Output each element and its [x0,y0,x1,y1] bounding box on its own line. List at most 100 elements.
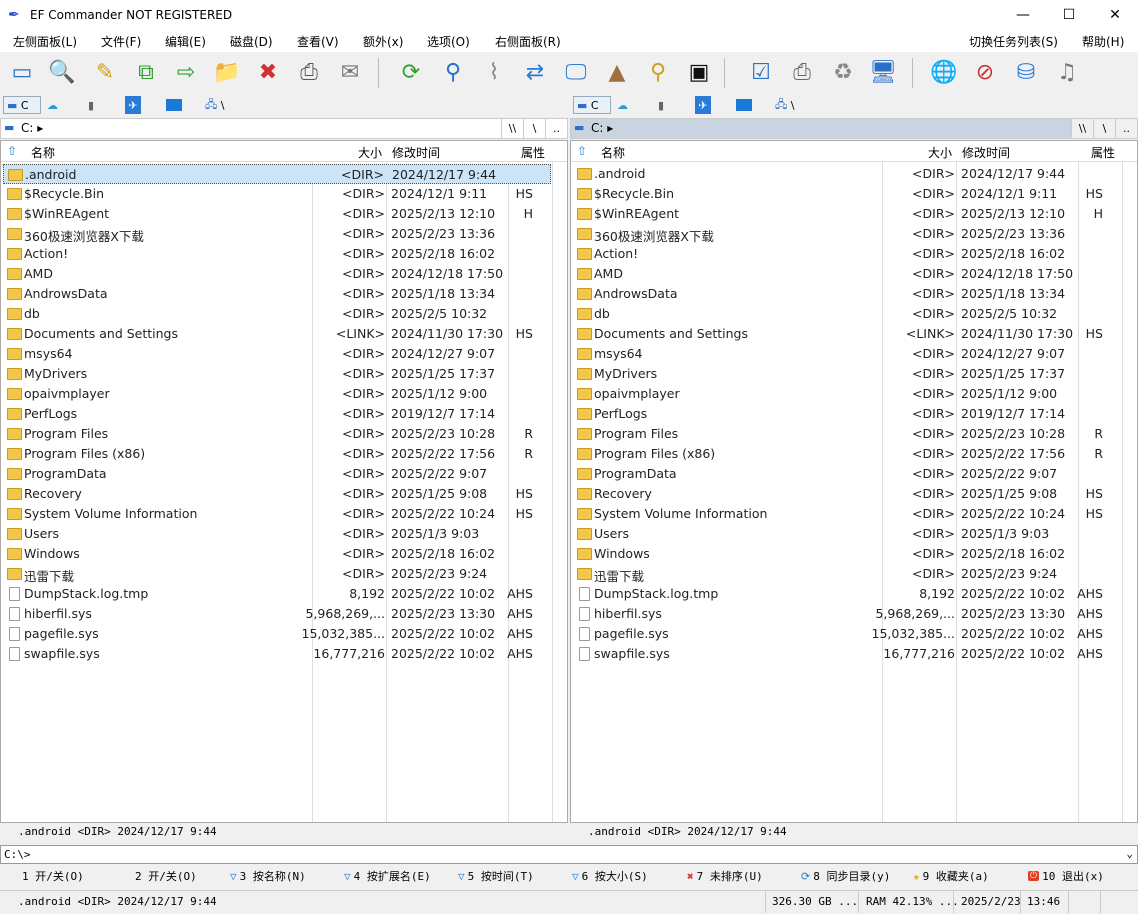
cloud-drive-icon[interactable]: ☁ [47,96,58,114]
chevron-down-icon[interactable]: ⌄ [1126,847,1133,860]
file-row[interactable]: Users <DIR> 2025/1/3 9:03 [573,524,1121,544]
close-button[interactable]: ✕ [1092,0,1138,30]
move-icon[interactable]: ⇨ [170,56,202,88]
terminal-icon[interactable]: ▣ [683,56,715,88]
root-unc-button[interactable]: \\ [1071,119,1093,138]
view-icon[interactable]: ▭ [6,56,38,88]
root-button[interactable]: \ [523,119,545,138]
file-row[interactable]: Recovery <DIR> 2025/1/25 9:08 HS [3,484,551,504]
column-attr[interactable]: 属性 [1091,144,1115,161]
file-row[interactable]: MyDrivers <DIR> 2025/1/25 17:37 [3,364,551,384]
file-row[interactable]: db <DIR> 2025/2/5 10:32 [3,304,551,324]
file-row[interactable]: msys64 <DIR> 2024/12/27 9:07 [3,344,551,364]
file-row[interactable]: swapfile.sys 16,777,216 2025/2/22 10:02 AHS [3,644,551,664]
checklist-icon[interactable]: ☑ [745,56,777,88]
zoom-icon[interactable]: ⚲ [642,56,674,88]
file-row[interactable]: Program Files <DIR> 2025/2/23 10:28 R [573,424,1121,444]
file-row[interactable]: Documents and Settings <LINK> 2024/11/30 1… [3,324,551,344]
column-name[interactable]: 名称 [31,144,55,161]
menu-task-list[interactable]: 切换任务列表(S) [969,33,1058,50]
f9-favorites-button[interactable]: ★ 9 收藏夹(a) [913,868,989,884]
menu-file[interactable]: 文件(F) [101,33,141,50]
up-button[interactable]: .. [545,119,567,138]
file-row[interactable]: Program Files <DIR> 2025/2/23 10:28 R [3,424,551,444]
f7-unsorted-button[interactable]: ✖ 7 未排序(U) [687,868,763,884]
drive-c-button[interactable]: ▬ C [573,96,611,114]
music-icon[interactable]: ♫ [1051,56,1083,88]
delete-icon[interactable]: ✖ [252,56,284,88]
find-icon[interactable]: ⚲ [437,56,469,88]
file-row[interactable]: DumpStack.log.tmp 8,192 2025/2/22 10:02 AHS [573,584,1121,604]
menu-help[interactable]: 帮助(H) [1082,33,1124,50]
menu-right-panel[interactable]: 右侧面板(R) [495,33,561,50]
file-row[interactable]: AndrowsData <DIR> 2025/1/18 13:34 [573,284,1121,304]
f3-sort-name-button[interactable]: ▽ 3 按名称(N) [230,868,306,884]
file-row[interactable]: .android <DIR> 2024/12/17 9:44 [573,164,1121,184]
desktop-icon[interactable] [736,99,752,111]
column-size[interactable]: 大小 [358,144,382,161]
file-row[interactable]: 360极速浏览器X下载 <DIR> 2025/2/23 13:36 [3,224,551,244]
root-button[interactable]: \ [1093,119,1115,138]
file-row[interactable]: hiberfil.sys 5,968,269,... 2025/2/23 13:30… [573,604,1121,624]
edit-icon[interactable]: ✎ [89,56,121,88]
file-row[interactable]: pagefile.sys 15,032,385... 2025/2/22 10:02… [573,624,1121,644]
file-row[interactable]: Action! <DIR> 2025/2/18 16:02 [3,244,551,264]
printer-icon[interactable]: ⎙ [786,56,818,88]
f2-toggle-button[interactable]: 2 开/关(O) [135,868,197,884]
network-icon[interactable]: 🌐 [928,56,960,88]
copy-icon[interactable]: ⧉ [130,56,162,88]
file-row[interactable]: msys64 <DIR> 2024/12/27 9:07 [573,344,1121,364]
new-folder-icon[interactable]: 📁 [211,56,243,88]
file-row[interactable]: Program Files (x86) <DIR> 2025/2/22 17:56 R [3,444,551,464]
file-row[interactable]: DumpStack.log.tmp 8,192 2025/2/22 10:02 AHS [3,584,551,604]
file-row[interactable]: 迅雷下载 <DIR> 2025/2/23 9:24 [3,564,551,584]
file-row[interactable]: Users <DIR> 2025/1/3 9:03 [3,524,551,544]
cloud-drive-icon[interactable]: ☁ [617,96,628,114]
file-row[interactable]: swapfile.sys 16,777,216 2025/2/22 10:02 AHS [573,644,1121,664]
desktop-icon[interactable] [166,99,182,111]
file-row[interactable]: $WinREAgent <DIR> 2025/2/13 12:10 H [573,204,1121,224]
print-icon[interactable]: ⎙ [293,56,325,88]
app-drive-icon[interactable]: ✈ [695,96,711,114]
file-row[interactable]: System Volume Information <DIR> 2025/2/22 … [3,504,551,524]
usb-drive-icon[interactable]: ▮ [658,96,664,114]
column-attr[interactable]: 属性 [521,144,545,161]
file-row[interactable]: AndrowsData <DIR> 2025/1/18 13:34 [3,284,551,304]
file-row[interactable]: PerfLogs <DIR> 2019/12/7 17:14 [573,404,1121,424]
file-row[interactable]: hiberfil.sys 5,968,269,... 2025/2/23 13:30… [3,604,551,624]
drive-c-button[interactable]: ▬ C [3,96,41,114]
f6-sort-size-button[interactable]: ▽ 6 按大小(S) [572,868,648,884]
file-row[interactable]: Program Files (x86) <DIR> 2025/2/22 17:56 R [573,444,1121,464]
right-file-panel[interactable]: ⇧ 名称 大小 修改时间 属性 .android <DIR> 2024/12/17 9:44 $… [570,140,1138,823]
disk-icon[interactable]: ⛁ [1010,56,1042,88]
pyramid-icon[interactable]: ▲ [601,56,633,88]
menu-disk[interactable]: 磁盘(D) [230,33,273,50]
file-row[interactable]: Windows <DIR> 2025/2/18 16:02 [3,544,551,564]
file-row[interactable]: Recovery <DIR> 2025/1/25 9:08 HS [573,484,1121,504]
right-path-bar[interactable]: ▬ C: ▸ \\ \ .. [570,118,1138,139]
sort-up-icon[interactable]: ⇧ [577,144,587,158]
file-row[interactable]: MyDrivers <DIR> 2025/1/25 17:37 [573,364,1121,384]
file-row[interactable]: Windows <DIR> 2025/2/18 16:02 [573,544,1121,564]
search-icon[interactable]: 🔍 [46,56,78,88]
file-row[interactable]: db <DIR> 2025/2/5 10:32 [573,304,1121,324]
monitor-icon[interactable]: 🖵 [560,56,592,88]
usb-drive-icon[interactable]: ▮ [88,96,94,114]
refresh-icon[interactable]: ⟳ [395,56,427,88]
file-row[interactable]: opaivmplayer <DIR> 2025/1/12 9:00 [3,384,551,404]
f5-sort-time-button[interactable]: ▽ 5 按时间(T) [458,868,534,884]
sort-up-icon[interactable]: ⇧ [7,144,17,158]
up-button[interactable]: .. [1115,119,1137,138]
file-row[interactable]: System Volume Information <DIR> 2025/2/22 … [573,504,1121,524]
command-line-input[interactable]: C:\> ⌄ [0,845,1138,864]
recycle-icon[interactable]: ♻ [827,56,859,88]
column-date[interactable]: 修改时间 [962,144,1010,161]
file-row[interactable]: $Recycle.Bin <DIR> 2024/12/1 9:11 HS [573,184,1121,204]
column-name[interactable]: 名称 [601,144,625,161]
f8-sync-dir-button[interactable]: ⟳ 8 同步目录(y) [801,868,890,884]
file-row[interactable]: PerfLogs <DIR> 2019/12/7 17:14 [3,404,551,424]
file-row[interactable]: opaivmplayer <DIR> 2025/1/12 9:00 [573,384,1121,404]
file-row[interactable]: 迅雷下载 <DIR> 2025/2/23 9:24 [573,564,1121,584]
split-icon[interactable]: ⌇ [478,56,510,88]
file-row[interactable]: AMD <DIR> 2024/12/18 17:50 [573,264,1121,284]
